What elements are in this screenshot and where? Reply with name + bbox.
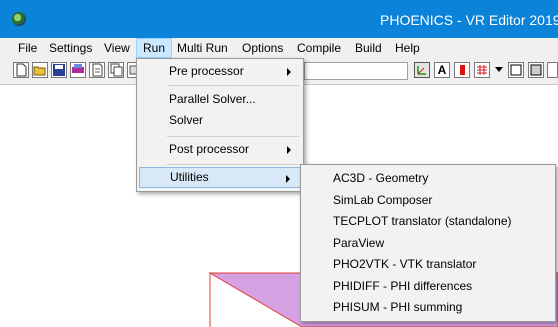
menu-bar: File Settings View Run Multi Run Options… — [0, 38, 558, 58]
more-tools-icon[interactable] — [547, 62, 558, 78]
menu-separator — [167, 164, 299, 165]
menu-compile[interactable]: Compile — [291, 38, 347, 58]
title-bar: PHOENICS - VR Editor 2019 — [0, 0, 558, 38]
window-title: PHOENICS - VR Editor 2019 — [380, 12, 558, 28]
menu-item-phidiff[interactable]: PHIDIFF - PHI differences — [303, 276, 553, 297]
menu-item-paraview[interactable]: ParaView — [303, 233, 553, 254]
annotation-text-icon[interactable]: A — [434, 62, 450, 78]
menu-item-pre-processor[interactable]: Pre processor — [139, 61, 301, 82]
submenu-arrow-icon — [286, 175, 290, 183]
menu-help[interactable]: Help — [389, 38, 426, 58]
utilities-submenu: AC3D - Geometry SimLab Composer TECPLOT … — [300, 164, 556, 322]
submenu-arrow-icon — [287, 68, 291, 76]
menu-separator — [167, 136, 299, 137]
menu-multi-run[interactable]: Multi Run — [171, 38, 234, 58]
run-menu: Pre processor Parallel Solver... Solver … — [136, 58, 304, 192]
menu-item-utilities[interactable]: Utilities — [139, 167, 301, 188]
chevron-down-icon[interactable] — [492, 62, 508, 78]
document-icon[interactable] — [89, 62, 105, 78]
menu-item-parallel-solver[interactable]: Parallel Solver... — [139, 89, 301, 110]
menu-build[interactable]: Build — [349, 38, 388, 58]
phoenics-app-icon[interactable] — [12, 12, 26, 26]
submenu-arrow-icon — [287, 146, 291, 154]
new-file-icon[interactable] — [13, 62, 29, 78]
menu-run[interactable]: Run — [136, 38, 173, 58]
menu-file[interactable]: File — [12, 38, 43, 58]
menu-settings[interactable]: Settings — [43, 38, 98, 58]
red-marker-icon[interactable] — [454, 62, 470, 78]
menu-item-ac3d-geometry[interactable]: AC3D - Geometry — [303, 168, 553, 189]
menu-view[interactable]: View — [98, 38, 136, 58]
menu-item-tecplot-translator[interactable]: TECPLOT translator (standalone) — [303, 211, 553, 232]
menu-item-pho2vtk[interactable]: PHO2VTK - VTK translator — [303, 254, 553, 275]
copy-icon[interactable] — [108, 62, 124, 78]
box-outline-icon[interactable] — [508, 62, 524, 78]
menu-separator — [167, 85, 299, 86]
menu-item-post-processor[interactable]: Post processor — [139, 139, 301, 160]
fill-box-icon[interactable] — [528, 62, 544, 78]
open-folder-icon[interactable] — [32, 62, 48, 78]
save-icon[interactable] — [51, 62, 67, 78]
menu-item-solver[interactable]: Solver — [139, 110, 301, 131]
toolbar-field[interactable] — [304, 62, 408, 80]
menu-item-phisum[interactable]: PHISUM - PHI summing — [303, 297, 553, 318]
menu-item-simlab-composer[interactable]: SimLab Composer — [303, 190, 553, 211]
print-icon[interactable] — [70, 62, 86, 78]
menu-options[interactable]: Options — [236, 38, 289, 58]
axis-icon[interactable] — [414, 62, 430, 78]
grid-mesh-icon[interactable] — [474, 62, 490, 78]
